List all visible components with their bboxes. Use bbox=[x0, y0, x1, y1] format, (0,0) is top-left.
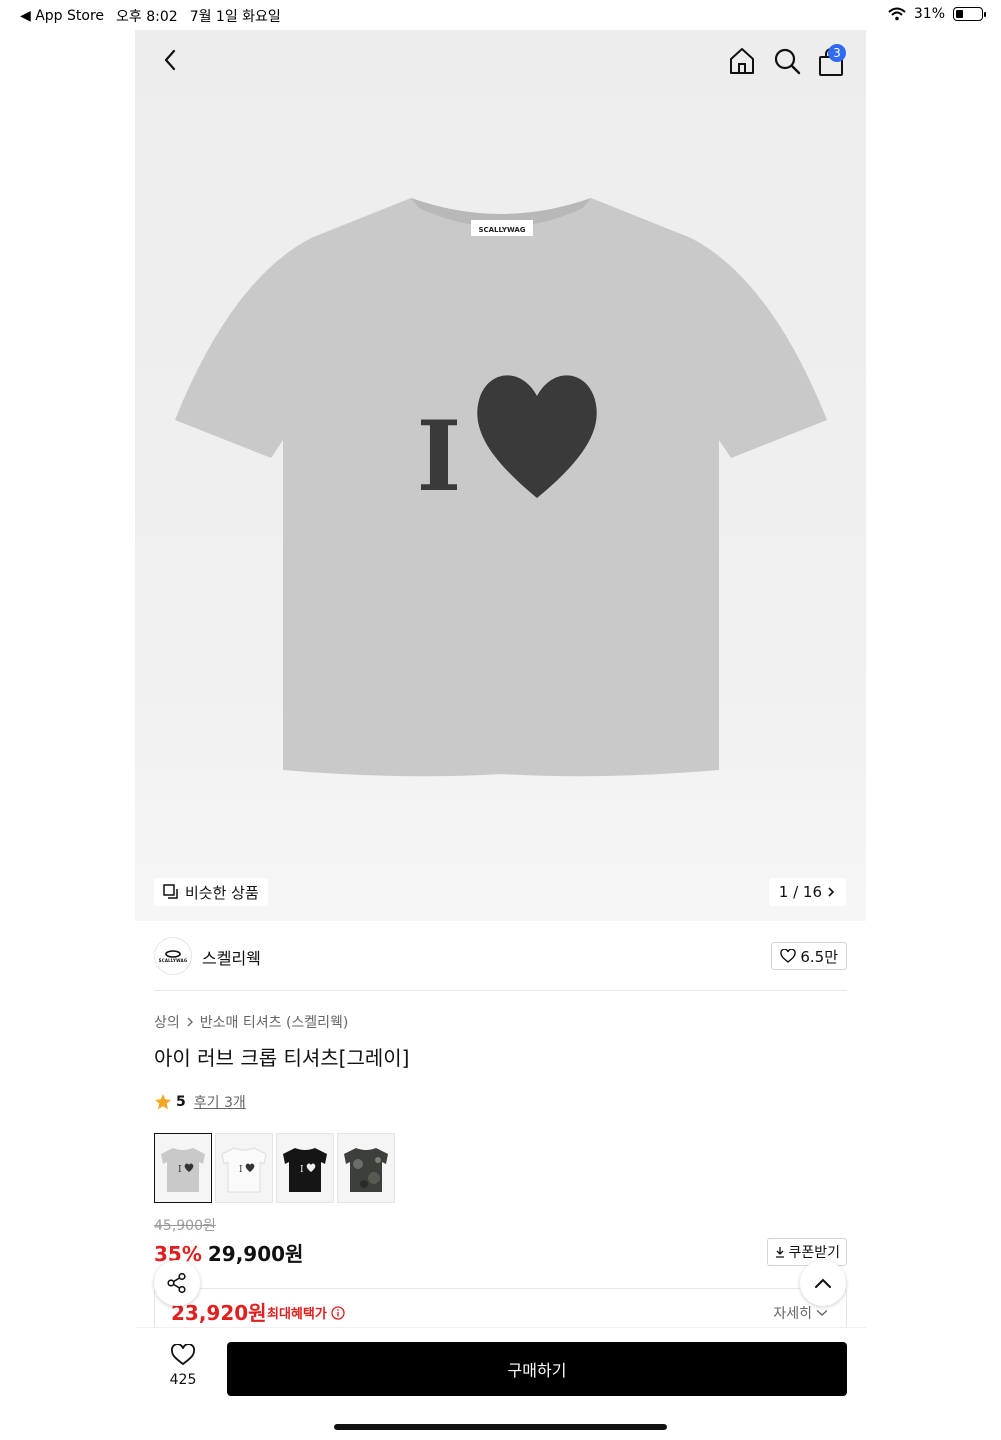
scroll-to-top-button[interactable] bbox=[800, 1260, 846, 1306]
bottom-action-bar: 425 구매하기 bbox=[135, 1327, 866, 1407]
thumb-letter: I bbox=[300, 1165, 304, 1175]
battery-percent: 31% bbox=[913, 6, 945, 22]
back-to-app-link[interactable]: ◀ App Store bbox=[20, 8, 104, 24]
battery-level bbox=[956, 10, 963, 18]
brand-mark-icon bbox=[165, 949, 181, 958]
color-option-black[interactable]: I bbox=[276, 1133, 334, 1203]
max-benefit-label-group: 최대혜택가 bbox=[267, 1303, 345, 1322]
chevron-down-icon bbox=[816, 1309, 828, 1316]
info-icon[interactable] bbox=[331, 1305, 345, 1320]
review-count-link[interactable]: 후기 3개 bbox=[194, 1092, 246, 1112]
heart-icon bbox=[171, 1343, 195, 1366]
similar-products-button[interactable]: 비슷한 상품 bbox=[154, 878, 268, 906]
home-icon[interactable] bbox=[727, 46, 757, 76]
share-button[interactable] bbox=[154, 1260, 200, 1306]
star-icon bbox=[155, 1094, 171, 1110]
image-page-text: 1 / 16 bbox=[778, 883, 822, 901]
product-image-carousel[interactable]: 3 SCALLYWAG I 비슷한 상품 1 / 16 bbox=[135, 30, 866, 921]
wifi-icon bbox=[888, 7, 906, 21]
rating-row: 5 후기 3개 bbox=[154, 1092, 246, 1112]
shirt-graphic-letter: I bbox=[417, 400, 462, 513]
brand-logo-text: SCALLYWAG bbox=[158, 957, 188, 963]
brand-logo[interactable]: SCALLYWAG bbox=[154, 937, 192, 975]
brand-name[interactable]: 스켈리웩 bbox=[202, 945, 261, 969]
chevron-right-icon bbox=[187, 1017, 193, 1027]
shirt-label-text: SCALLYWAG bbox=[478, 226, 525, 234]
similar-products-label: 비슷한 상품 bbox=[185, 883, 259, 902]
rating-score: 5 bbox=[176, 1094, 186, 1110]
status-right: 31% bbox=[888, 6, 986, 22]
image-page-indicator[interactable]: 1 / 16 bbox=[768, 878, 846, 906]
max-benefit-box: 23,920원 최대혜택가 자세히 bbox=[154, 1288, 847, 1328]
breadcrumb: 상의 반소매 티셔츠 (스켈리웩) bbox=[154, 1012, 348, 1032]
benefit-detail-toggle[interactable]: 자세히 bbox=[773, 1303, 828, 1323]
max-benefit-label: 최대혜택가 bbox=[267, 1307, 327, 1322]
buy-button[interactable]: 구매하기 bbox=[227, 1342, 847, 1396]
similar-items-icon bbox=[163, 884, 178, 899]
share-icon bbox=[167, 1272, 186, 1294]
status-time: 오후 8:02 bbox=[116, 9, 178, 25]
cart-count-badge: 3 bbox=[828, 44, 846, 62]
coupon-download-button[interactable]: 쿠폰받기 bbox=[767, 1238, 847, 1266]
status-date: 7월 1일 화요일 bbox=[189, 9, 281, 25]
black-shirt-thumb: I bbox=[283, 1148, 327, 1192]
chevron-right-icon bbox=[828, 887, 835, 897]
brand-like-button[interactable]: 6.5만 bbox=[771, 942, 847, 970]
color-option-camo[interactable] bbox=[337, 1133, 395, 1203]
wishlist-count: 425 bbox=[169, 1372, 197, 1388]
coupon-label: 쿠폰받기 bbox=[788, 1245, 840, 1261]
sale-price: 29,900원 bbox=[207, 1242, 304, 1266]
brand-like-count: 6.5만 bbox=[800, 947, 838, 966]
chevron-up-icon bbox=[815, 1278, 831, 1288]
top-nav: 3 bbox=[135, 30, 866, 94]
heart-icon bbox=[780, 949, 797, 963]
color-option-gray[interactable]: I bbox=[154, 1133, 212, 1203]
battery-icon bbox=[953, 7, 986, 21]
color-options: I I I bbox=[154, 1133, 395, 1203]
search-icon[interactable] bbox=[772, 46, 802, 76]
download-icon bbox=[776, 1247, 785, 1258]
brand-row: SCALLYWAG 스켈리웩 6.5만 bbox=[154, 937, 847, 991]
thumb-letter: I bbox=[239, 1165, 243, 1175]
original-price: 45,900원 bbox=[154, 1218, 216, 1234]
wishlist-button[interactable]: 425 bbox=[154, 1343, 212, 1388]
white-shirt-thumb: I bbox=[221, 1147, 267, 1193]
product-tshirt-image: SCALLYWAG I bbox=[175, 198, 827, 777]
thumb-letter: I bbox=[178, 1165, 182, 1175]
benefit-detail-label: 자세히 bbox=[773, 1306, 812, 1322]
camo-shirt-thumb bbox=[344, 1148, 388, 1192]
back-arrow-icon[interactable] bbox=[157, 46, 185, 74]
color-option-white[interactable]: I bbox=[215, 1133, 273, 1203]
breadcrumb-category[interactable]: 상의 bbox=[154, 1012, 180, 1032]
breadcrumb-subcategory[interactable]: 반소매 티셔츠 (스켈리웩) bbox=[200, 1012, 349, 1032]
home-indicator bbox=[334, 1424, 667, 1430]
status-bar: ◀ App Store 오후 8:02 7월 1일 화요일 31% bbox=[0, 0, 1001, 30]
product-title: 아이 러브 크롭 티셔츠[그레이] bbox=[154, 1046, 410, 1070]
gray-shirt-thumb: I bbox=[161, 1148, 205, 1192]
status-left: ◀ App Store 오후 8:02 7월 1일 화요일 bbox=[20, 6, 281, 26]
